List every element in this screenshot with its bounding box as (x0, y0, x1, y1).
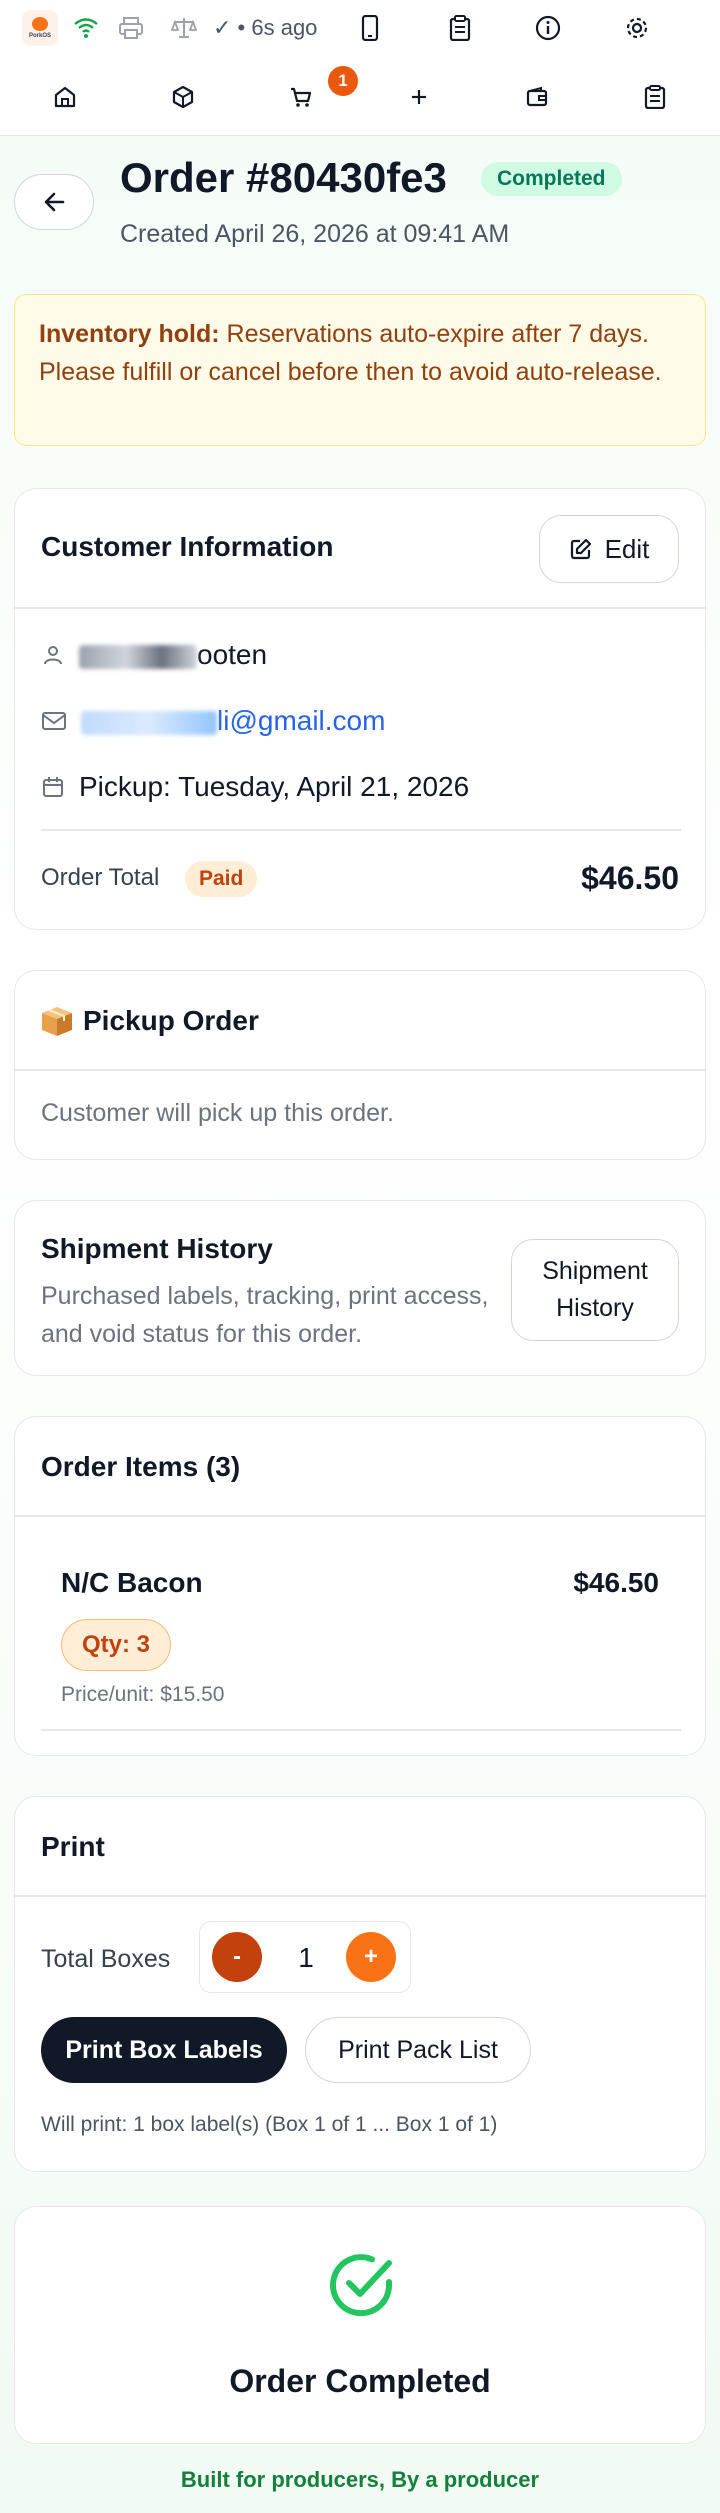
cart-count-badge: 1 (328, 66, 358, 96)
clipboard-list-icon[interactable] (640, 82, 670, 112)
pickup-order-title: Pickup Order (83, 1005, 259, 1036)
print-box-labels-button[interactable]: Print Box Labels (41, 2017, 287, 2083)
customer-name: ooten (79, 637, 267, 673)
payment-status-badge: Paid (185, 861, 258, 897)
item-name: N/C Bacon (61, 1567, 203, 1598)
customer-email-row: li@gmail.com (41, 703, 385, 739)
order-completed-card: Order Completed (14, 2206, 706, 2444)
mail-icon (42, 712, 66, 730)
box-icon[interactable] (168, 82, 198, 112)
order-completed-label: Order Completed (229, 2363, 491, 2399)
gear-icon[interactable] (622, 13, 652, 43)
check-circle-icon (325, 2249, 397, 2326)
shipment-history-title: Shipment History (41, 1233, 273, 1264)
box-count-stepper: - 1 + (199, 1921, 411, 1993)
customer-name-row: ooten (41, 637, 267, 673)
edit-label: Edit (604, 533, 650, 564)
print-card: Print Total Boxes - 1 + Print Box Labels… (14, 1796, 706, 2172)
customer-card: Customer Information Edit ooten li@gmail… (14, 488, 706, 930)
pickup-order-card: Pickup Order Customer will pick up this … (14, 970, 706, 1160)
shipment-history-button[interactable]: Shipment History (511, 1239, 679, 1341)
wallet-icon[interactable] (522, 82, 552, 112)
shipment-history-card: Shipment History Purchased labels, track… (14, 1200, 706, 1376)
customer-email[interactable]: li@gmail.com (81, 703, 385, 739)
top-bar: PorkOS ✓ • 6s ago 1 (0, 0, 720, 136)
item-price: $46.50 (573, 1567, 659, 1598)
wifi-icon (71, 13, 101, 43)
redacted-email (81, 710, 217, 735)
app-logo[interactable]: PorkOS (22, 10, 58, 46)
pickup-date-row: Pickup: Tuesday, April 21, 2026 (41, 769, 469, 805)
edit-customer-button[interactable]: Edit (539, 515, 679, 583)
decrement-button[interactable]: - (212, 1932, 262, 1982)
order-status-badge: Completed (481, 162, 622, 196)
item-unit-price: Price/unit: $15.50 (61, 1683, 225, 1706)
pickup-order-header: Pickup Order (39, 1003, 259, 1039)
user-icon (44, 646, 62, 665)
alert-label: Inventory hold: (39, 320, 220, 348)
printer-icon[interactable] (116, 13, 146, 43)
package-icon (42, 1007, 72, 1036)
arrow-left-icon (44, 192, 65, 212)
total-boxes-label: Total Boxes (41, 1945, 171, 1973)
info-icon[interactable] (533, 13, 563, 43)
increment-button[interactable]: + (346, 1932, 396, 1982)
shipment-history-desc: Purchased labels, tracking, print access… (41, 1282, 489, 1348)
pickup-date: Pickup: Tuesday, April 21, 2026 (79, 771, 470, 802)
order-items-title: Order Items (3) (41, 1451, 241, 1482)
order-total-value: $46.50 (581, 860, 679, 896)
clipboard-icon[interactable] (445, 13, 475, 43)
redacted-name (79, 644, 197, 669)
footer-tagline: Built for producers, By a producer (180, 2467, 540, 2492)
order-total-label: Order Total (41, 864, 160, 891)
item-qty-badge: Qty: 3 (61, 1619, 172, 1671)
home-icon[interactable] (50, 82, 80, 112)
status-bar: PorkOS ✓ • 6s ago (0, 0, 720, 56)
scale-icon[interactable] (169, 13, 199, 43)
sync-status: ✓ • 6s ago (213, 15, 318, 40)
customer-card-title: Customer Information (41, 531, 334, 562)
inventory-hold-alert: Inventory hold: Reservations auto-expire… (14, 294, 706, 446)
nav-bar (0, 70, 720, 124)
print-pack-list-button[interactable]: Print Pack List (305, 2017, 531, 2083)
tablet-icon[interactable] (355, 13, 385, 43)
edit-icon (570, 538, 591, 560)
order-items-card: Order Items (3) N/C Bacon $46.50 Qty: 3 … (14, 1416, 706, 1756)
calendar-icon (43, 777, 63, 797)
page-title: Order #80430fe3 (120, 154, 447, 201)
plus-icon[interactable] (404, 82, 434, 112)
created-date: Created April 26, 2026 at 09:41 AM (120, 220, 510, 248)
box-count-value[interactable]: 1 (290, 1940, 322, 1976)
print-note: Will print: 1 box label(s) (Box 1 of 1 .… (41, 2113, 498, 2136)
print-title: Print (41, 1831, 105, 1862)
back-button[interactable] (14, 174, 94, 230)
pickup-order-note: Customer will pick up this order. (41, 1099, 394, 1127)
cart-icon[interactable] (286, 82, 316, 112)
